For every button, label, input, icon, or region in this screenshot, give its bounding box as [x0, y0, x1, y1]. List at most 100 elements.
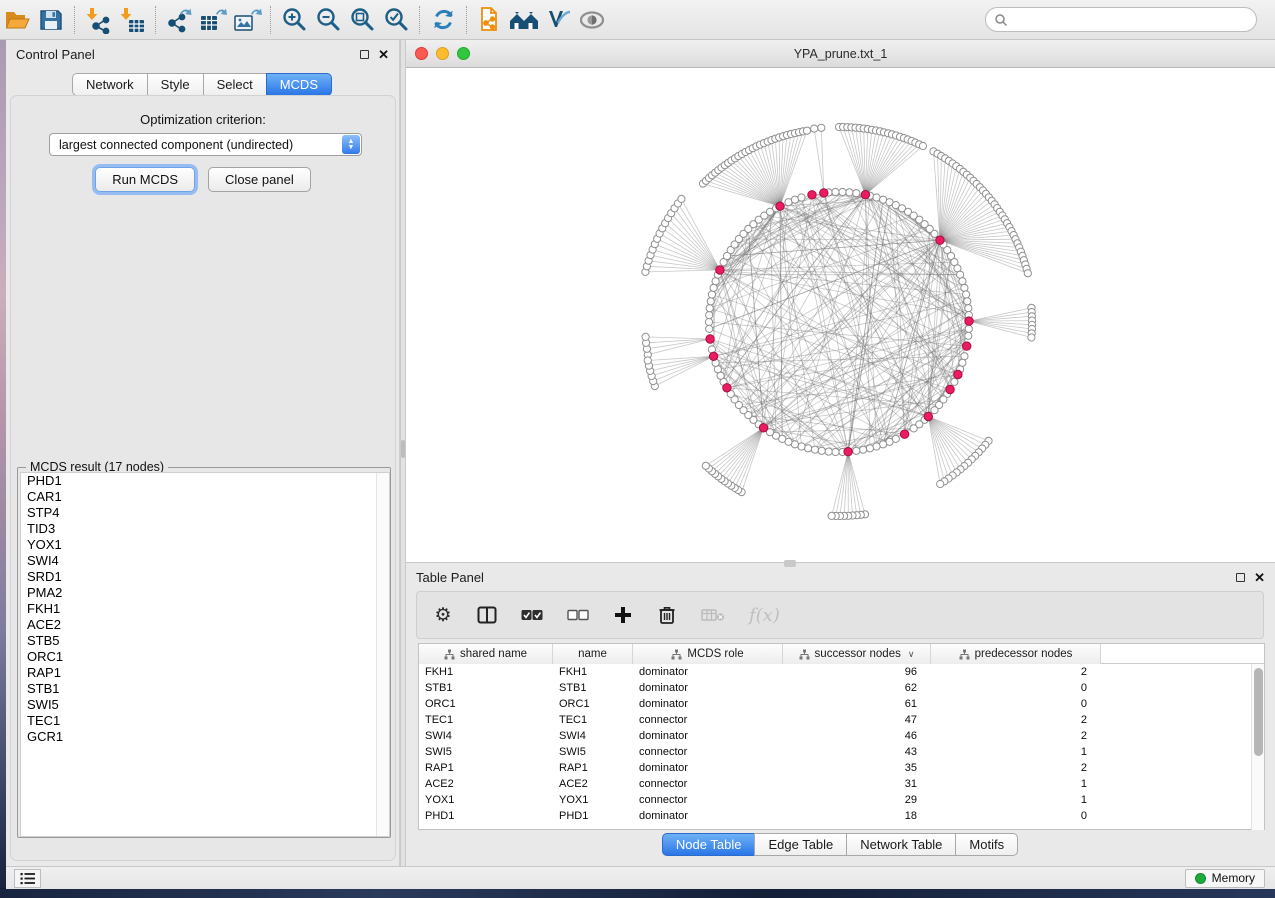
export-network-icon[interactable] — [162, 5, 196, 35]
mcds-result-item[interactable]: TID3 — [21, 521, 389, 537]
network-window-titlebar[interactable]: YPA_prune.txt_1 — [406, 40, 1275, 68]
mcds-result-item[interactable]: YOX1 — [21, 537, 389, 553]
table-row[interactable]: SWI4SWI4dominator462 — [419, 728, 1264, 744]
import-network-icon[interactable] — [81, 5, 115, 35]
cell-shared_name: ORC1 — [419, 696, 553, 712]
home-icon[interactable] — [507, 5, 541, 35]
table-row[interactable]: FKH1FKH1dominator962 — [419, 664, 1264, 680]
table-scrollbar[interactable] — [1251, 664, 1264, 830]
cell-predecessor_nodes: 1 — [931, 744, 1101, 760]
zoom-out-icon[interactable] — [311, 5, 345, 35]
table-row[interactable]: RAP1RAP1dominator352 — [419, 760, 1264, 776]
tab-network[interactable]: Network — [72, 73, 148, 96]
table-row[interactable]: YOX1YOX1connector291 — [419, 792, 1264, 808]
network-graph[interactable] — [406, 68, 1275, 561]
open-file-icon[interactable] — [0, 5, 34, 35]
control-panel-header: Control Panel ✕ — [6, 40, 399, 68]
float-table-panel-icon[interactable] — [1236, 573, 1245, 582]
close-table-panel-icon[interactable]: ✕ — [1254, 573, 1265, 582]
search-box[interactable] — [985, 7, 1257, 32]
eye-hidden-icon[interactable] — [575, 5, 609, 35]
tab-edge-table[interactable]: Edge Table — [754, 833, 847, 856]
add-column-icon[interactable] — [613, 606, 633, 624]
mcds-result-item[interactable]: CAR1 — [21, 489, 389, 505]
search-input[interactable] — [1013, 13, 1256, 27]
mcds-result-item[interactable]: PHD1 — [21, 473, 389, 489]
run-mcds-button[interactable]: Run MCDS — [95, 167, 195, 192]
status-bar: Memory — [6, 866, 1275, 889]
function-builder-icon: f(x) — [749, 605, 780, 626]
mcds-result-item[interactable]: RAP1 — [21, 665, 389, 681]
horizontal-splitter-grip[interactable] — [784, 560, 796, 567]
zoom-selected-icon[interactable] — [379, 5, 413, 35]
network-canvas[interactable] — [406, 68, 1275, 561]
share-document-icon[interactable] — [473, 5, 507, 35]
select-all-columns-icon[interactable] — [521, 609, 543, 621]
splitter-grip[interactable] — [401, 440, 405, 458]
zoom-fit-icon[interactable] — [345, 5, 379, 35]
label-visibility-icon[interactable] — [541, 5, 575, 35]
export-image-icon[interactable] — [230, 5, 264, 35]
cell-successor_nodes: 96 — [783, 664, 931, 680]
column-header-name[interactable]: name — [553, 644, 633, 664]
mcds-result-item[interactable]: SWI4 — [21, 553, 389, 569]
mcds-result-item[interactable]: ORC1 — [21, 649, 389, 665]
mcds-result-item[interactable]: SWI5 — [21, 697, 389, 713]
criterion-dropdown[interactable]: largest connected component (undirected)… — [49, 133, 362, 156]
mcds-result-item[interactable]: STP4 — [21, 505, 389, 521]
mcds-result-item[interactable]: FKH1 — [21, 601, 389, 617]
zoom-in-icon[interactable] — [277, 5, 311, 35]
column-header-predecessor-nodes[interactable]: predecessor nodes — [931, 644, 1101, 664]
cell-successor_nodes: 29 — [783, 792, 931, 808]
tab-network-table[interactable]: Network Table — [846, 833, 956, 856]
mcds-result-list[interactable]: PHD1CAR1STP4TID3YOX1SWI4SRD1PMA2FKH1ACE2… — [20, 472, 390, 837]
column-header-shared-name[interactable]: shared name — [419, 644, 553, 664]
tab-node-table[interactable]: Node Table — [662, 833, 756, 856]
tab-select[interactable]: Select — [203, 73, 267, 96]
mcds-result-item[interactable]: SRD1 — [21, 569, 389, 585]
mcds-result-item[interactable]: PMA2 — [21, 585, 389, 601]
mcds-result-item[interactable]: GCR1 — [21, 729, 389, 745]
sort-desc-icon: ∨ — [908, 649, 915, 660]
column-type-icon — [444, 649, 455, 660]
table-scrollbar-thumb[interactable] — [1254, 668, 1263, 756]
cell-name: PHD1 — [553, 808, 633, 824]
show-columns-icon[interactable] — [477, 606, 497, 624]
mcds-result-item[interactable]: STB1 — [21, 681, 389, 697]
table-row[interactable]: STB1STB1dominator620 — [419, 680, 1264, 696]
deselect-all-columns-icon[interactable] — [567, 609, 589, 621]
mcds-result-item[interactable]: ACE2 — [21, 617, 389, 633]
import-table-icon[interactable] — [115, 5, 149, 35]
cell-name: FKH1 — [553, 664, 633, 680]
close-panel-button[interactable]: Close panel — [208, 167, 311, 192]
save-session-icon[interactable] — [34, 5, 68, 35]
table-row[interactable]: SWI5SWI5connector431 — [419, 744, 1264, 760]
column-type-icon — [671, 649, 682, 660]
float-panel-icon[interactable] — [360, 50, 369, 59]
cell-predecessor_nodes: 2 — [931, 664, 1101, 680]
export-table-icon[interactable] — [196, 5, 230, 35]
mcds-result-item[interactable]: STB5 — [21, 633, 389, 649]
refresh-view-icon[interactable] — [426, 5, 460, 35]
table-options-gear-icon[interactable]: ⚙ — [433, 604, 453, 627]
table-row[interactable]: ACE2ACE2connector311 — [419, 776, 1264, 792]
cell-successor_nodes: 31 — [783, 776, 931, 792]
task-history-button[interactable] — [14, 869, 41, 888]
close-panel-icon[interactable]: ✕ — [378, 50, 389, 59]
mcds-result-item[interactable]: TEC1 — [21, 713, 389, 729]
memory-button[interactable]: Memory — [1185, 869, 1265, 888]
table-row[interactable]: TEC1TEC1connector472 — [419, 712, 1264, 728]
tab-mcds[interactable]: MCDS — [266, 73, 332, 96]
table-row[interactable]: ORC1ORC1dominator610 — [419, 696, 1264, 712]
column-header-MCDS-role[interactable]: MCDS role — [633, 644, 783, 664]
network-window-title: YPA_prune.txt_1 — [406, 47, 1275, 61]
cell-name: TEC1 — [553, 712, 633, 728]
cell-shared_name: SWI5 — [419, 744, 553, 760]
tab-style[interactable]: Style — [147, 73, 204, 96]
mcds-list-scrollbar[interactable] — [376, 473, 389, 836]
delete-column-icon[interactable] — [657, 605, 677, 625]
table-row[interactable]: PHD1PHD1dominator180 — [419, 808, 1264, 824]
tab-motifs[interactable]: Motifs — [955, 833, 1018, 856]
column-header-successor-nodes[interactable]: successor nodes∨ — [783, 644, 931, 664]
cell-successor_nodes: 47 — [783, 712, 931, 728]
